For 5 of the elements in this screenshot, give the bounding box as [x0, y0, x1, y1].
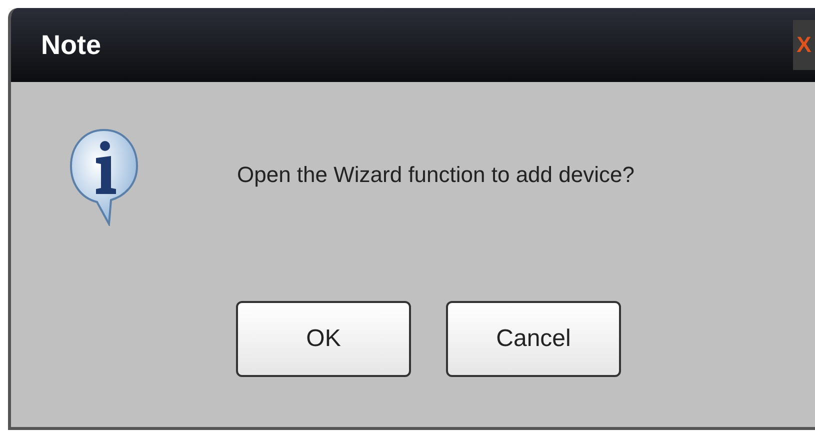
info-icon [69, 126, 139, 226]
cancel-button[interactable]: Cancel [446, 301, 621, 377]
message-text: Open the Wizard function to add device? [237, 162, 634, 188]
window-title: Note [41, 30, 101, 60]
ok-button[interactable]: OK [236, 301, 411, 377]
